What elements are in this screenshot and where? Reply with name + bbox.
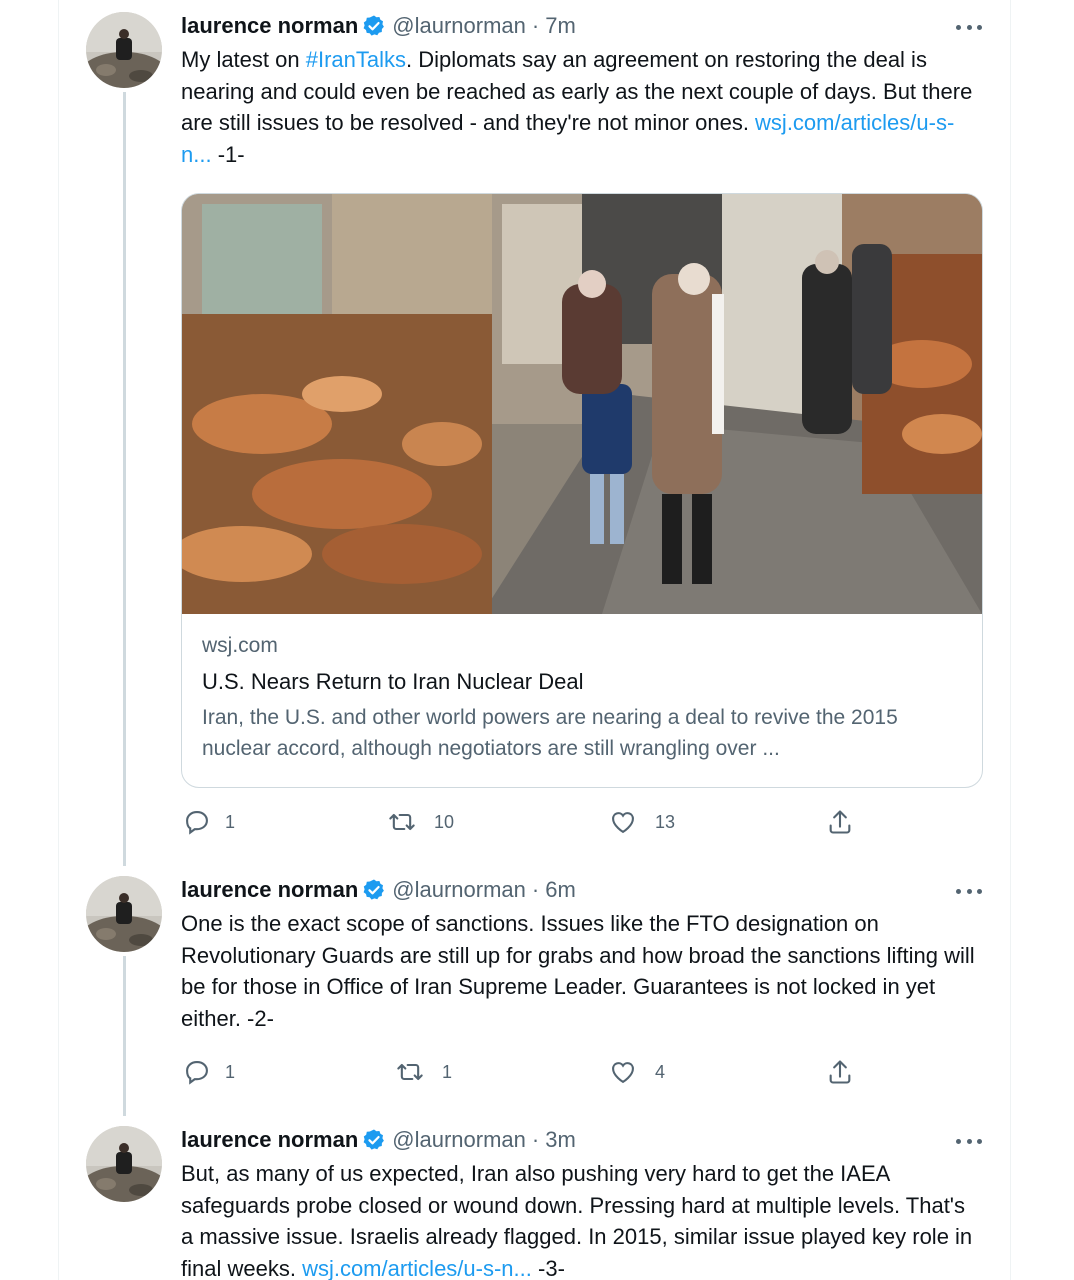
card-image [182,194,982,614]
reply-button[interactable]: 1 [183,808,235,836]
author-name[interactable]: laurence norman [181,13,358,39]
separator-dot: · [531,1127,540,1152]
avatar-image [86,1126,162,1202]
timeline-left-border [58,0,59,1280]
author-handle[interactable]: @laurnorman [392,13,526,39]
tweet-text: One is the exact scope of sanctions. Iss… [181,911,975,1031]
like-count: 13 [655,811,676,832]
tweet-header: laurence norman @laurnorman · 6m [181,875,576,905]
avatar[interactable] [86,12,162,88]
retweet-button[interactable]: 10 [388,808,454,836]
share-icon [829,1060,851,1084]
card-description: Iran, the U.S. and other world powers ar… [202,706,898,760]
retweet-count: 1 [442,1061,453,1082]
author-name[interactable]: laurence norman [181,877,358,903]
reply-count: 1 [225,1061,236,1082]
tweet-text: My latest on #IranTalks. Diplomats say a… [181,44,981,170]
avatar-image [86,12,162,88]
retweet-count: 10 [434,811,455,832]
tweet-text-segment: -1- [211,141,245,167]
avatar[interactable] [86,1126,162,1202]
tweet-text-segment: -3- [531,1255,565,1280]
reply-count: 1 [225,811,236,832]
share-icon [829,810,851,834]
verified-badge-icon [363,15,385,36]
like-icon [612,1062,634,1084]
like-count: 4 [655,1061,666,1082]
retweet-icon [397,1063,423,1081]
tweet-text-segment: My latest on [181,47,306,72]
tweet-text-segment: But, as many of us expected, Iran also p… [181,1161,973,1280]
share-button[interactable] [826,808,854,836]
tweet-timestamp[interactable]: 3m [545,1127,576,1153]
reply-button[interactable]: 1 [183,1058,235,1086]
card-domain: wsj.com [202,634,278,657]
verified-badge-icon [363,1129,385,1150]
tweet-header: laurence norman @laurnorman · 7m [181,11,576,41]
like-icon [612,812,634,834]
more-icon[interactable] [956,22,982,32]
like-button[interactable]: 4 [609,1058,665,1086]
link-preview-card[interactable]: wsj.com U.S. Nears Return to Iran Nuclea… [181,193,983,788]
thread-connector [123,92,126,866]
author-handle[interactable]: @laurnorman [392,1127,526,1153]
verified-badge-icon [363,879,385,900]
hashtag-link[interactable]: #IranTalks [306,47,406,72]
timeline-right-border [1010,0,1011,1280]
share-button[interactable] [826,1058,854,1086]
tweet-timestamp[interactable]: 7m [545,13,576,39]
avatar-image [86,876,162,952]
retweet-button[interactable]: 1 [396,1058,452,1086]
more-icon[interactable] [956,886,982,896]
tweet-timestamp[interactable]: 6m [545,877,576,903]
retweet-icon [389,813,415,831]
separator-dot: · [531,877,540,902]
separator-dot: · [531,13,540,38]
avatar[interactable] [86,876,162,952]
author-handle[interactable]: @laurnorman [392,877,526,903]
author-name[interactable]: laurence norman [181,1127,358,1153]
tweet-text: But, as many of us expected, Iran also p… [181,1158,981,1280]
card-title: U.S. Nears Return to Iran Nuclear Deal [202,669,584,694]
reply-icon [186,1061,208,1085]
like-button[interactable]: 13 [609,808,675,836]
more-icon[interactable] [956,1136,982,1146]
reply-icon [186,811,208,835]
tweet-header: laurence norman @laurnorman · 3m [181,1125,576,1155]
article-link[interactable]: wsj.com/articles/u-s-n... [302,1256,532,1280]
thread-connector [123,956,126,1116]
